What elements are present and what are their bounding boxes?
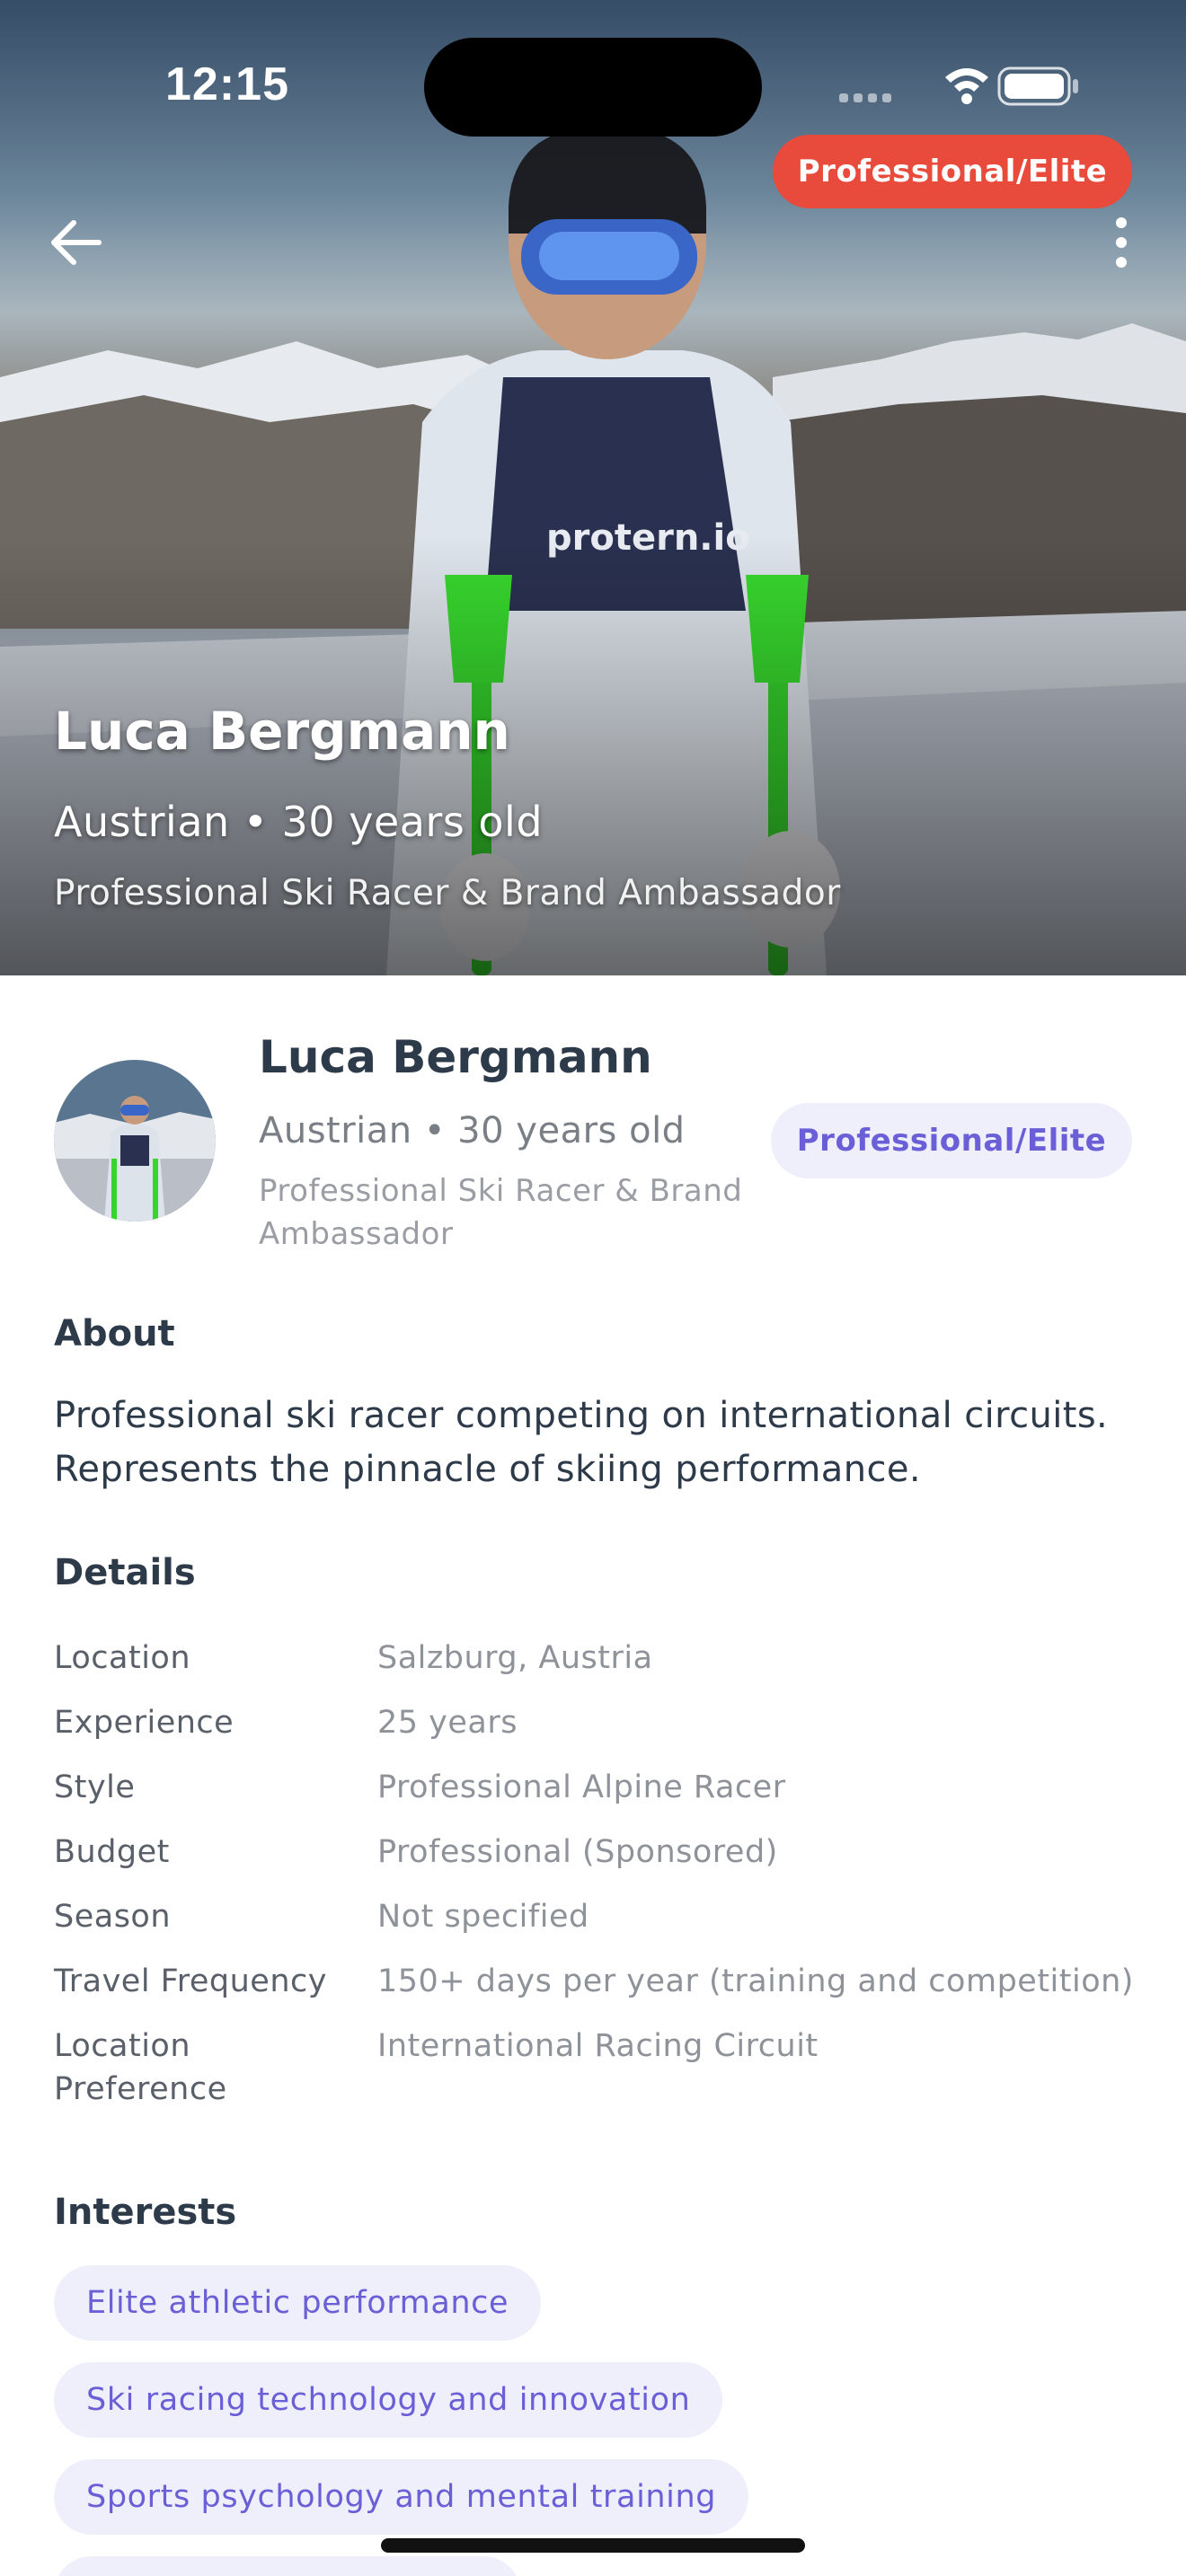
interests-title: Interests [54, 2192, 237, 2233]
more-vertical-icon [1116, 217, 1127, 268]
detail-label: Location [54, 1640, 191, 1676]
about-text: Professional ski racer competing on inte… [54, 1395, 1109, 1490]
arrow-left-icon [51, 220, 102, 265]
profile-role: Professional Ski Racer & Brand Ambassado… [259, 1173, 743, 1252]
wifi-icon [945, 68, 988, 104]
hero-name: Luca Bergmann [54, 701, 510, 762]
hero-level-badge: Professional/Elite [773, 135, 1132, 208]
interest-chip[interactable]: Elite athletic performance [54, 2265, 542, 2341]
detail-value: Professional Alpine Racer [377, 1769, 786, 1805]
home-indicator [381, 2538, 805, 2553]
status-time: 12:15 [165, 58, 289, 110]
profile-meta: Austrian • 30 years old [259, 1110, 686, 1151]
more-options-button[interactable] [1093, 212, 1150, 273]
back-button[interactable] [45, 210, 110, 275]
dynamic-island [424, 38, 762, 137]
detail-label: Season [54, 1899, 172, 1935]
detail-value: International Racing Circuit [377, 2028, 819, 2064]
detail-value: 150+ days per year (training and competi… [377, 1963, 1134, 1999]
detail-label: Location Preference [54, 2028, 227, 2107]
detail-value: Not specified [377, 1899, 589, 1935]
detail-label: Travel Frequency [54, 1963, 327, 1999]
detail-label: Budget [54, 1834, 170, 1870]
hero-header: protern.io 12:15 [0, 0, 1186, 975]
profile-level-badge: Professional/Elite [771, 1103, 1132, 1178]
profile-name: Luca Bergmann [259, 1031, 652, 1083]
details-title: Details [54, 1552, 196, 1593]
status-icons [836, 65, 1087, 110]
detail-value: 25 years [377, 1705, 518, 1741]
cellular-signal-icon [839, 93, 891, 102]
detail-value: Professional (Sponsored) [377, 1834, 778, 1870]
battery-icon [997, 66, 1078, 106]
hero-meta: Austrian • 30 years old [54, 798, 544, 846]
interest-chip[interactable]: Sports psychology and mental training [54, 2459, 749, 2535]
detail-label: Experience [54, 1705, 235, 1741]
detail-value: Salzburg, Austria [377, 1640, 653, 1676]
avatar [54, 1060, 216, 1222]
hero-role: Professional Ski Racer & Brand Ambassado… [54, 873, 841, 913]
about-title: About [54, 1313, 175, 1354]
detail-label: Style [54, 1769, 136, 1805]
interest-chip-partial[interactable] [54, 2556, 521, 2576]
interest-chip[interactable]: Ski racing technology and innovation [54, 2362, 723, 2438]
